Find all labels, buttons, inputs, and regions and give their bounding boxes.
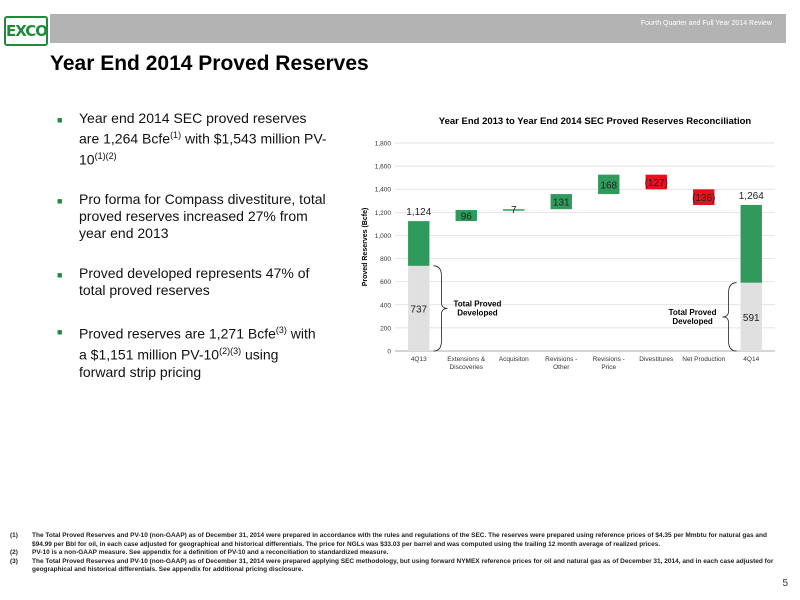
bullet-item: ■ Pro forma for Compass divestiture, tot…	[57, 191, 327, 242]
annotation-line: Total Proved	[669, 308, 717, 317]
bar-data-label: 168	[600, 180, 617, 191]
brace-icon	[433, 265, 448, 352]
footnote: (3) The Total Proved Reserves and PV-10 (…	[10, 558, 780, 575]
bar-developed-label: 737	[410, 304, 427, 315]
bar-data-label: (136)	[692, 193, 715, 204]
bar-data-label: 1,264	[739, 191, 764, 202]
footnote-number: (2)	[10, 549, 18, 556]
y-tick-label: 200	[380, 325, 391, 332]
y-tick-label: 600	[380, 279, 391, 286]
y-tick-label: 400	[380, 302, 391, 309]
bullet-superscript: (1)(2)	[94, 150, 117, 161]
annotation-line: Developed	[672, 317, 713, 326]
bullet-marker-icon: ■	[57, 270, 63, 281]
bullet-marker-icon: ■	[57, 327, 63, 338]
bullet-marker-icon: ■	[57, 196, 63, 207]
bullet-item: ■ Proved reserves are 1,271 Bcfe(3) with…	[57, 322, 327, 380]
footnote-number: (1)	[10, 532, 18, 539]
header-subtitle: Fourth Quarter and Full Year 2014 Review	[640, 20, 772, 27]
exco-logo: EXCO	[4, 16, 48, 46]
bar-data-label: 7	[511, 205, 517, 216]
chart-title: Year End 2013 to Year End 2014 SEC Prove…	[439, 116, 752, 127]
footnotes: (1) The Total Proved Reserves and PV-10 (…	[10, 532, 780, 575]
footnote: (2) PV-10 is a non-GAAP measure. See appe…	[10, 549, 780, 558]
x-tick-label: 4Q14	[743, 356, 759, 363]
bullet-text: Pro forma for Compass divestiture, total…	[79, 191, 326, 242]
footnote-text: The Total Proved Reserves and PV-10 (non…	[32, 557, 774, 574]
bullet-superscript: (2)(3)	[219, 345, 242, 356]
header-bar	[50, 14, 786, 43]
bullet-item: ■ Year end 2014 SEC proved reserves are …	[57, 110, 327, 168]
x-tick-label: Revisions -	[593, 356, 625, 363]
x-tick-label: Discoveries	[449, 364, 483, 371]
bullet-text: Proved reserves are 1,271 Bcfe	[79, 325, 276, 342]
bullet-list: ■ Year end 2014 SEC proved reserves are …	[57, 110, 327, 404]
x-tick-label: 4Q13	[411, 356, 427, 363]
page-number: 5	[782, 578, 788, 589]
y-tick-label: 0	[387, 349, 391, 356]
bullet-superscript: (3)	[275, 325, 287, 336]
bar-undeveloped	[408, 221, 430, 266]
chart-svg: Year End 2013 to Year End 2014 SEC Prove…	[362, 116, 775, 371]
brace-icon	[722, 282, 737, 352]
x-tick-label: Divestitures	[639, 356, 674, 363]
y-tick-label: 1,400	[375, 187, 392, 194]
bar-data-label: 1,124	[406, 207, 431, 218]
bar-data-label: 96	[461, 212, 473, 223]
x-tick-label: Net Production	[682, 356, 725, 363]
bullet-marker-icon: ■	[57, 115, 63, 125]
x-tick-label: Revisions -	[545, 356, 577, 363]
y-axis-label: Proved Reserves (Bcfe)	[362, 208, 369, 287]
page-title: Year End 2014 Proved Reserves	[50, 52, 369, 75]
bullet-text: Proved developed represents 47% of total…	[79, 265, 310, 299]
annotation-line: Total Proved	[454, 299, 502, 308]
x-tick-label: Price	[601, 364, 616, 371]
bar-undeveloped	[740, 204, 762, 283]
reserves-waterfall-chart: Year End 2013 to Year End 2014 SEC Prove…	[355, 110, 785, 380]
bar-developed-label: 591	[743, 313, 760, 324]
bullet-superscript: (1)	[170, 130, 182, 140]
bullet-item: ■ Proved developed represents 47% of tot…	[57, 265, 327, 299]
footnote-text: PV-10 is a non-GAAP measure. See appendi…	[32, 549, 389, 556]
footnote-text: The Total Proved Reserves and PV-10 (non…	[32, 532, 767, 548]
footnote: (1) The Total Proved Reserves and PV-10 (…	[10, 532, 780, 549]
annotation-line: Developed	[457, 308, 498, 317]
y-tick-label: 1,800	[375, 141, 392, 148]
bar-data-label: 131	[553, 198, 570, 209]
y-tick-label: 1,000	[375, 233, 392, 240]
x-tick-label: Other	[553, 364, 570, 371]
footnote-number: (3)	[10, 557, 18, 565]
x-tick-label: Extensions &	[447, 356, 486, 363]
x-tick-label: Acquisiton	[499, 356, 529, 363]
y-tick-label: 1,600	[375, 164, 392, 171]
bar-data-label: (127)	[645, 178, 668, 189]
y-tick-label: 800	[380, 256, 391, 263]
y-tick-label: 1,200	[375, 210, 392, 217]
logo-text: EXCO	[6, 22, 48, 40]
